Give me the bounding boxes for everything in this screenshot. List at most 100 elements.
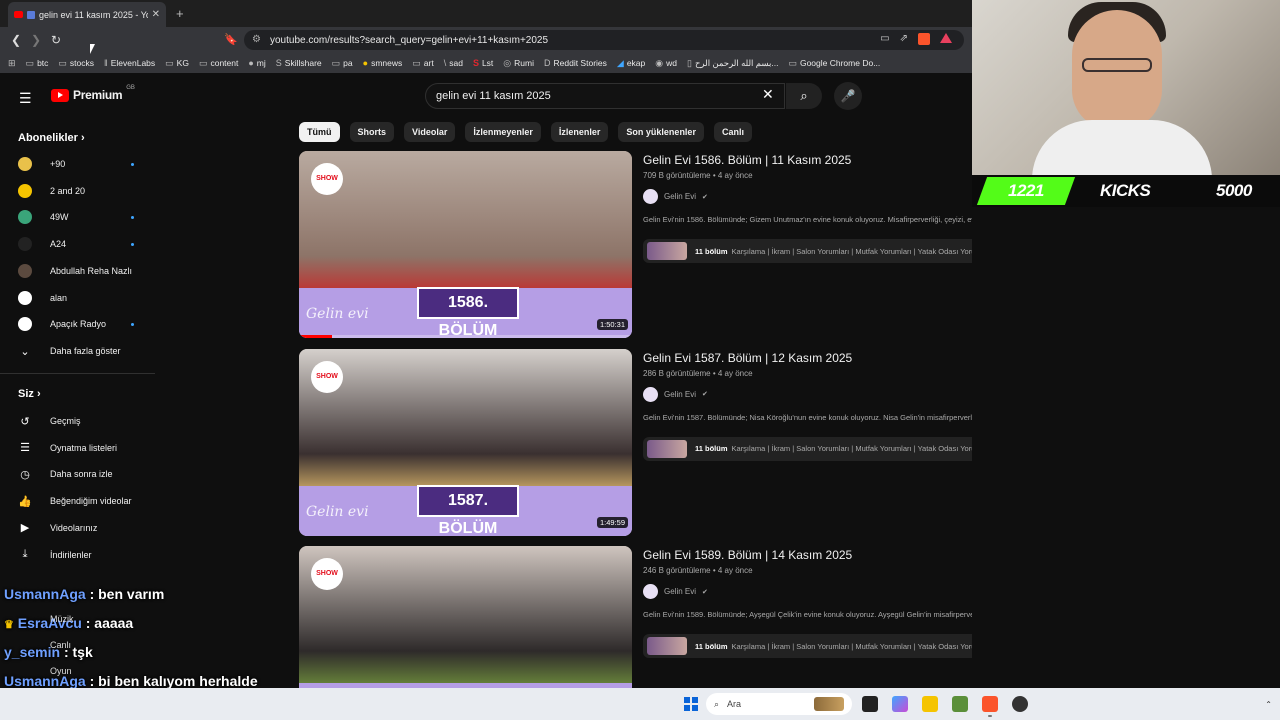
clear-search-icon[interactable]: ✕ (762, 86, 774, 103)
sidebar-item[interactable]: ☰ Oynatma listeleri (0, 435, 155, 461)
filter-chip[interactable]: Shorts (349, 122, 395, 142)
sidebar-item[interactable]: ▶ Videolarınız (0, 515, 155, 541)
channel-link[interactable]: Gelin Evi ✔ (643, 584, 708, 599)
filter-chip[interactable]: Son yüklenenler (618, 122, 704, 142)
video-result[interactable]: SHOW Gelin evi Gelin Evi 1589. Bölüm | 1… (299, 546, 972, 688)
slash-icon: \ (443, 58, 447, 68)
back-button[interactable]: ❮ (6, 33, 26, 47)
channel-link[interactable]: Gelin Evi ✔ (643, 189, 708, 204)
your-videos-icon: ▶ (20, 522, 30, 535)
video-thumbnail[interactable]: SHOW Gelin evi 1586. BÖLÜM 1:50:31 (299, 151, 632, 338)
bookmark-item[interactable]: ▭ art (412, 58, 433, 69)
bookmark-item[interactable]: ▯ بسم الله الرحمن الرح... (687, 58, 778, 69)
sidebar-subscription[interactable]: Apaçık Radyo (0, 311, 155, 337)
voice-search-button[interactable]: 🎤 (834, 82, 862, 110)
site-info-icon[interactable]: ⚙ (252, 34, 261, 45)
share-icon[interactable]: ⇗ (900, 33, 908, 45)
tray-chevron-icon[interactable]: ⌃ (1265, 700, 1272, 709)
folder-icon: ▭ (25, 57, 35, 68)
search-input[interactable]: gelin evi 11 kasım 2025 (425, 83, 785, 109)
snipping-tool-icon[interactable] (952, 696, 968, 712)
chat-text: : ben varım (89, 586, 165, 602)
sidebar-item[interactable]: ↺ Geçmiş (0, 408, 155, 434)
verified-icon: ✔ (702, 193, 708, 201)
bookmark-item[interactable]: ▭ stocks (58, 58, 94, 69)
sidebar-item[interactable]: Müzik (50, 614, 74, 624)
channel-link[interactable]: Gelin Evi ✔ (643, 386, 708, 402)
close-tab-icon[interactable]: ✕ (152, 9, 160, 20)
thumbnail-scene (299, 546, 632, 688)
bookmark-item[interactable]: ▭ pa (332, 58, 353, 69)
filter-chip[interactable]: İzlenmeyenler (465, 122, 541, 142)
cast-icon[interactable]: ▭ (880, 33, 889, 45)
video-title[interactable]: Gelin Evi 1586. Bölüm | 11 Kasım 2025 (643, 153, 851, 167)
chapters-bar[interactable]: 11 bölüm Karşılama | İkram | Salon Yorum… (643, 436, 972, 461)
video-title[interactable]: Gelin Evi 1589. Bölüm | 14 Kasım 2025 (643, 548, 852, 562)
sidebar-subscription[interactable]: alan (0, 285, 155, 311)
sidebar-item[interactable]: Canlı (50, 640, 71, 650)
brave-rewards-icon[interactable] (940, 33, 952, 43)
video-thumbnail[interactable]: SHOW Gelin evi (299, 546, 632, 688)
start-icon[interactable] (684, 697, 698, 711)
bookmark-item[interactable]: ◢ ekap (617, 58, 645, 69)
video-thumbnail[interactable]: SHOW Gelin evi 1587. BÖLÜM 1:49:59 (299, 348, 632, 536)
apps-icon[interactable]: ⊞ (8, 58, 16, 69)
address-bar[interactable]: ⚙ youtube.com/results?search_query=gelin… (244, 30, 964, 50)
chapters-bar[interactable]: 11 bölüm Karşılama | İkram | Salon Yorum… (643, 634, 972, 658)
obs-icon[interactable] (1012, 696, 1028, 712)
bookmark-item[interactable]: ◎ Rumi (503, 58, 534, 69)
bookmark-item[interactable]: ‖ ElevenLabs (104, 58, 155, 68)
sidebar-subscription[interactable]: Abdullah Reha Nazlı (0, 258, 155, 284)
sidebar-subscription[interactable]: 2 and 20 (0, 178, 155, 204)
sidebar-subscription[interactable]: A24 (0, 231, 155, 257)
filter-chip[interactable]: Canlı (713, 122, 752, 142)
bookmark-item[interactable]: ▭ Google Chrome Do... (788, 58, 880, 69)
filter-chip[interactable]: İzlenenler (550, 122, 609, 142)
search-button[interactable]: ⌕ (786, 83, 822, 109)
bookmark-item[interactable]: ▭ btc (26, 58, 49, 69)
bookmark-item[interactable]: S Skillshare (276, 58, 322, 68)
video-result[interactable]: SHOW Gelin evi 1586. BÖLÜM 1:50:31 Gelin… (299, 151, 972, 339)
bookmark-item[interactable]: ● smnews (363, 58, 403, 68)
sidebar-subscription[interactable]: +90 (0, 151, 155, 177)
menu-icon[interactable]: ☰ (19, 90, 32, 107)
sidebar-item[interactable]: Oyun (50, 666, 72, 676)
wd-icon: ◉ (655, 57, 664, 68)
sidebar-item[interactable]: 👍 Beğendiğim videolar (0, 488, 155, 514)
bookmark-item[interactable]: \ sad (444, 58, 463, 68)
copilot-icon[interactable] (892, 696, 908, 712)
filter-chip[interactable]: Videolar (404, 122, 456, 142)
bookmark-item[interactable]: ◉ wd (655, 58, 677, 69)
file-explorer-icon[interactable] (922, 696, 938, 712)
chapters-bar[interactable]: 11 bölüm Karşılama | İkram | Salon Yorum… (643, 239, 972, 263)
you-heading[interactable]: Siz › (18, 388, 41, 400)
tab-youtube[interactable]: gelin evi 11 kasım 2025 - YouTube ✕ (8, 2, 166, 27)
bookmark-item[interactable]: S Lst (473, 58, 493, 68)
filter-chip[interactable]: Tümü (299, 122, 340, 142)
brave-browser-icon[interactable] (982, 696, 998, 717)
subscriptions-heading[interactable]: Abonelikler › (18, 132, 85, 144)
taskbar-search[interactable]: ⌕ Ara (706, 693, 852, 715)
new-content-dot (131, 242, 134, 246)
sidebar-item[interactable]: ◷ Daha sonra izle (0, 461, 155, 487)
sidebar-divider (0, 373, 155, 374)
new-tab-button[interactable]: + (176, 6, 184, 21)
brave-shields-icon[interactable] (918, 33, 930, 45)
reload-button[interactable]: ↻ (46, 33, 66, 47)
bookmark-icon[interactable]: 🔖 (224, 33, 238, 46)
chat-message: UsmannAga : ben varım (4, 586, 164, 602)
forward-button[interactable]: ❯ (26, 33, 46, 47)
bookmark-item[interactable]: ▭ content (199, 58, 238, 69)
task-view-icon[interactable] (862, 696, 878, 712)
video-description: Gelin Evi'nin 1587. Bölümünde; Nisa Köro… (643, 412, 972, 422)
youtube-logo[interactable]: Premium GB (51, 85, 135, 102)
bookmark-item[interactable]: ● mj (248, 58, 265, 68)
bookmark-item[interactable]: ▭ KG (165, 58, 189, 69)
video-title[interactable]: Gelin Evi 1587. Bölüm | 12 Kasım 2025 (643, 351, 852, 365)
bookmark-item[interactable]: D Reddit Stories (544, 58, 607, 68)
show-more-button[interactable]: ⌄ Daha fazla göster (0, 338, 155, 364)
sidebar-item[interactable]: ⤓ İndirilenler (0, 542, 155, 568)
video-result[interactable]: SHOW Gelin evi 1587. BÖLÜM 1:49:59 Gelin… (299, 348, 972, 537)
window-icon (27, 10, 35, 19)
sidebar-subscription[interactable]: 49W (0, 204, 155, 230)
